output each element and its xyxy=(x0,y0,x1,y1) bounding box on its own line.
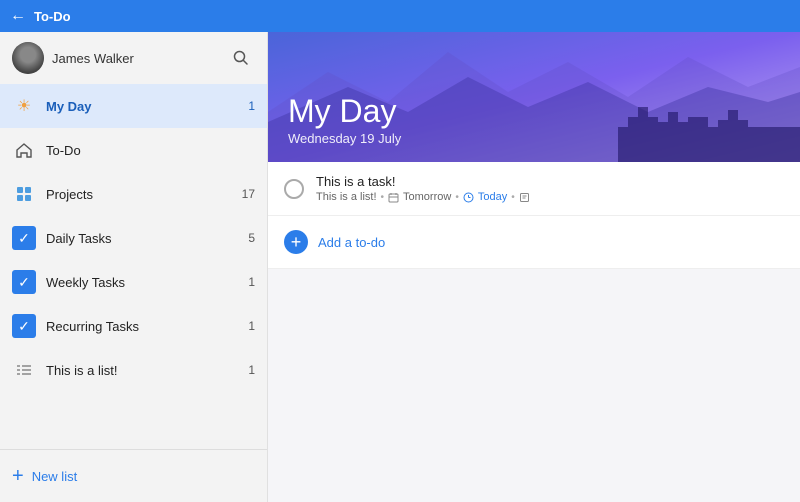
search-button[interactable] xyxy=(227,44,255,72)
search-icon xyxy=(233,50,249,66)
sidebar-item-label: To-Do xyxy=(46,143,255,158)
sidebar-item-weekly-tasks[interactable]: ✓ Weekly Tasks 1 xyxy=(0,260,267,304)
sidebar-item-my-day[interactable]: ☀ My Day 1 xyxy=(0,84,267,128)
sidebar-item-badge: 5 xyxy=(248,231,255,245)
sidebar-item-label: This is a list! xyxy=(46,363,248,378)
task-checkbox[interactable] xyxy=(284,179,304,199)
plus-icon: + xyxy=(12,466,24,486)
task-reminder: Today xyxy=(478,191,507,203)
back-button[interactable]: ← xyxy=(10,7,26,25)
task-reminder-icon xyxy=(463,192,474,203)
app-title: To-Do xyxy=(34,9,71,24)
task-list-name: This is a list! xyxy=(316,191,377,203)
avatar xyxy=(12,42,44,74)
add-todo-label: Add a to-do xyxy=(318,235,385,250)
task-note-icon xyxy=(519,192,530,203)
task-due: Tomorrow xyxy=(403,191,451,203)
sidebar-item-badge: 1 xyxy=(248,99,255,113)
sidebar-item-badge: 1 xyxy=(248,319,255,333)
dot-separator: • xyxy=(511,192,515,203)
main-header: My Day Wednesday 19 July xyxy=(268,32,800,162)
user-info: James Walker xyxy=(12,42,134,74)
title-bar: ← To-Do xyxy=(0,0,800,32)
sidebar-item-badge: 1 xyxy=(248,275,255,289)
dot-separator: • xyxy=(455,192,459,203)
plus-circle-icon: + xyxy=(284,230,308,254)
sidebar-item-label: Daily Tasks xyxy=(46,231,248,246)
task-content: This is a task! This is a list! • Tomorr… xyxy=(316,174,784,203)
user-name: James Walker xyxy=(52,51,134,66)
sidebar-item-label: Recurring Tasks xyxy=(46,319,248,334)
main-content: My Day Wednesday 19 July This is a task!… xyxy=(268,32,800,502)
sidebar-footer: + New list xyxy=(0,449,267,502)
task-meta: This is a list! • Tomorrow • Today • xyxy=(316,191,784,203)
sidebar: James Walker ☀ My Day 1 xyxy=(0,32,268,502)
page-title: My Day xyxy=(288,94,780,129)
new-list-button[interactable]: + New list xyxy=(12,458,255,494)
list-icon xyxy=(12,358,36,382)
sun-icon: ☀ xyxy=(12,94,36,118)
app-body: James Walker ☀ My Day 1 xyxy=(0,32,800,502)
table-row: This is a task! This is a list! • Tomorr… xyxy=(268,162,800,216)
grid-icon xyxy=(12,182,36,206)
sidebar-item-daily-tasks[interactable]: ✓ Daily Tasks 5 xyxy=(0,216,267,260)
sidebar-item-label: My Day xyxy=(46,99,248,114)
home-icon xyxy=(12,138,36,162)
page-subtitle: Wednesday 19 July xyxy=(288,131,780,146)
new-list-label: New list xyxy=(32,469,78,484)
add-todo-button[interactable]: + Add a to-do xyxy=(268,216,800,269)
task-list: This is a task! This is a list! • Tomorr… xyxy=(268,162,800,502)
check-icon: ✓ xyxy=(12,270,36,294)
sidebar-header: James Walker xyxy=(0,32,267,84)
sidebar-item-projects[interactable]: Projects 17 xyxy=(0,172,267,216)
avatar-image xyxy=(12,42,44,74)
check-icon: ✓ xyxy=(12,226,36,250)
task-due-icon xyxy=(388,192,399,203)
sidebar-item-to-do[interactable]: To-Do xyxy=(0,128,267,172)
dot-separator: • xyxy=(381,192,385,203)
sidebar-item-label: Weekly Tasks xyxy=(46,275,248,290)
sidebar-item-badge: 17 xyxy=(242,187,255,201)
task-title: This is a task! xyxy=(316,174,784,189)
sidebar-item-recurring-tasks[interactable]: ✓ Recurring Tasks 1 xyxy=(0,304,267,348)
sidebar-item-this-is-a-list[interactable]: This is a list! 1 xyxy=(0,348,267,392)
check-icon: ✓ xyxy=(12,314,36,338)
sidebar-item-badge: 1 xyxy=(248,363,255,377)
sidebar-nav: ☀ My Day 1 To-Do xyxy=(0,84,267,449)
sidebar-item-label: Projects xyxy=(46,187,242,202)
